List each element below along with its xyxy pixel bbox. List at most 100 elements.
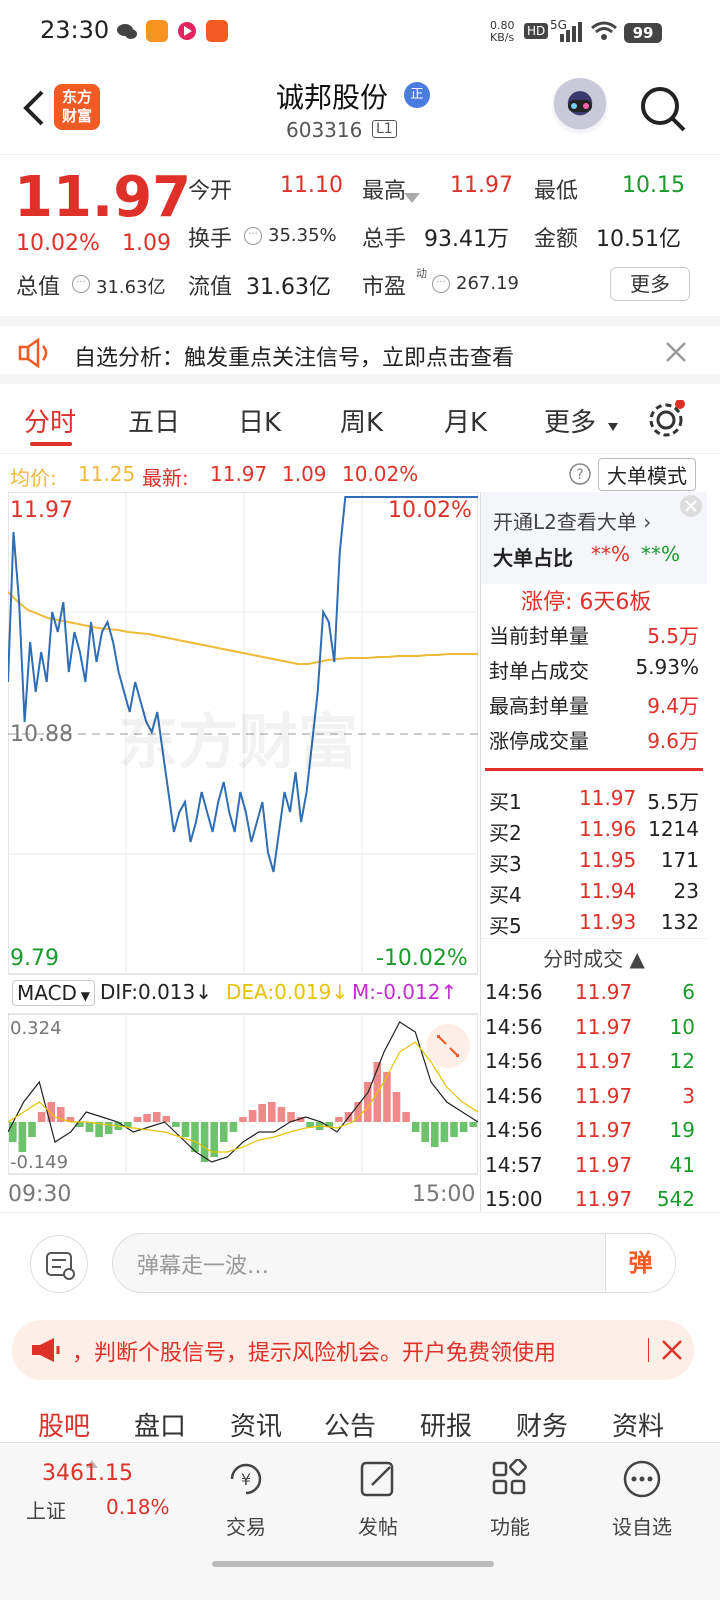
tick-price: 11.97 bbox=[575, 1187, 633, 1211]
macd-bar bbox=[421, 1122, 429, 1142]
danmu-input[interactable]: 弹幕走一波… 弹 bbox=[112, 1233, 676, 1293]
tab-intraday[interactable]: 分时 bbox=[24, 402, 76, 439]
tab-weekly-k[interactable]: 周K bbox=[340, 402, 383, 439]
tick-row: 14:56 11.97 6 bbox=[485, 980, 699, 1004]
macd-bar bbox=[18, 1122, 27, 1152]
svg-text:¥: ¥ bbox=[241, 1470, 251, 1489]
tab-finance[interactable]: 财务 bbox=[516, 1406, 568, 1443]
add-watchlist-label: 设自选 bbox=[612, 1515, 672, 1539]
bid-row[interactable]: 买4 11.94 23 bbox=[489, 879, 703, 908]
post-button[interactable]: 发帖 bbox=[328, 1459, 428, 1540]
tick-row: 14:56 11.97 10 bbox=[485, 1015, 699, 1039]
bid-row[interactable]: 买3 11.95 171 bbox=[489, 848, 703, 877]
tab-daily-k[interactable]: 日K bbox=[238, 402, 281, 439]
grid-icon bbox=[492, 1458, 527, 1495]
index-percent: 0.18% bbox=[106, 1495, 170, 1519]
limit-stat-row: 最高封单量 9.4万 bbox=[489, 690, 703, 719]
avg-price-line bbox=[7, 591, 478, 665]
back-button[interactable] bbox=[14, 86, 54, 130]
tab-announcements[interactable]: 公告 bbox=[324, 1406, 376, 1443]
limit-stat-value: 5.5万 bbox=[647, 624, 699, 648]
caret-down-icon bbox=[608, 416, 618, 435]
watchlist-alert[interactable]: 自选分析：触发重点关注信号，立即点击查看 bbox=[0, 316, 720, 384]
l2-link[interactable]: 开通L2查看大单 › bbox=[493, 506, 651, 535]
macd-bar bbox=[229, 1122, 238, 1132]
bid-row[interactable]: 买5 11.93 132 bbox=[489, 910, 703, 939]
yuan-cycle-icon: ¥ bbox=[230, 1463, 262, 1495]
change-percent: 10.02% bbox=[16, 231, 100, 256]
danmu-settings-button[interactable] bbox=[30, 1235, 88, 1293]
high-value: 11.97 bbox=[450, 173, 513, 198]
tick-price: 11.97 bbox=[575, 1152, 633, 1177]
alert-text: 自选分析：触发重点关注信号，立即点击查看 bbox=[74, 346, 515, 371]
latest-value: 11.97 bbox=[210, 462, 268, 486]
functions-button[interactable]: 功能 bbox=[460, 1458, 560, 1540]
tab-five-day[interactable]: 五日 bbox=[128, 402, 180, 439]
tab-monthly-k[interactable]: 月K bbox=[444, 402, 487, 439]
order-book-panel: 开通L2查看大单 › 大单占比 **% **% 涨停: 6天6板 当前封单量 5… bbox=[480, 492, 707, 1212]
dif-line bbox=[7, 1021, 479, 1163]
bid-volume: 171 bbox=[660, 848, 699, 872]
axis-bottom-price: 9.79 bbox=[10, 946, 59, 971]
time-start: 09:30 bbox=[8, 1182, 72, 1207]
macd-bar bbox=[459, 1122, 468, 1132]
promo-banner[interactable]: ，判断个股信号，提示风险机会。开户免费领使用 bbox=[12, 1320, 694, 1380]
avg-value: 11.25 bbox=[78, 462, 136, 486]
wifi-icon bbox=[590, 20, 618, 44]
macd-bar bbox=[440, 1122, 449, 1142]
svg-text:?: ? bbox=[576, 467, 583, 483]
help-icon[interactable]: ? bbox=[568, 462, 592, 491]
net-speed: 0.80 KB/s bbox=[490, 19, 515, 44]
pe-value: 267.19 bbox=[456, 273, 519, 294]
close-icon[interactable] bbox=[679, 494, 703, 522]
macd-bar bbox=[383, 1072, 391, 1122]
current-price: 11.97 bbox=[14, 165, 192, 230]
limit-stat-value: 5.93% bbox=[635, 655, 699, 679]
tab-news[interactable]: 资讯 bbox=[230, 1406, 282, 1443]
gear-icon[interactable] bbox=[646, 399, 686, 444]
functions-label: 功能 bbox=[490, 1515, 530, 1539]
expand-icon[interactable] bbox=[426, 1024, 470, 1068]
limit-stat-label: 封单占成交 bbox=[489, 659, 589, 683]
level-selector[interactable]: L1 bbox=[372, 120, 397, 138]
home-indicator[interactable] bbox=[212, 1561, 494, 1567]
ai-assistant-avatar[interactable] bbox=[552, 78, 608, 134]
tick-row: 14:56 11.97 12 bbox=[485, 1049, 699, 1073]
close-icon[interactable] bbox=[660, 1338, 684, 1366]
ticks-header[interactable]: 分时成交 ▲ bbox=[481, 938, 707, 972]
status-time: 23:30 bbox=[40, 16, 110, 44]
limit-up-streak: 涨停: 6天6板 bbox=[521, 590, 652, 615]
tick-price: 11.97 bbox=[575, 1083, 633, 1108]
bid-row[interactable]: 买1 11.97 5.5万 bbox=[489, 786, 703, 815]
macd-bar bbox=[248, 1110, 257, 1122]
shopping-app-icon bbox=[206, 20, 228, 42]
bid-row[interactable]: 买2 11.96 1214 bbox=[489, 817, 703, 846]
change-amount: 1.09 bbox=[122, 231, 171, 256]
tick-row: 14:56 11.97 19 bbox=[485, 1118, 699, 1142]
tab-forum[interactable]: 股吧 bbox=[38, 1406, 90, 1443]
big-order-mode-button[interactable]: 大单模式 bbox=[598, 458, 696, 491]
volume-value: 93.41万 bbox=[424, 227, 509, 252]
float-label: 流值 bbox=[188, 275, 233, 300]
more-button[interactable]: 更多 bbox=[610, 267, 690, 301]
tab-profile[interactable]: 资料 bbox=[612, 1406, 664, 1443]
index-ticker[interactable]: 3461.15 上证 0.18% bbox=[24, 1459, 184, 1529]
tab-research[interactable]: 研报 bbox=[420, 1406, 472, 1443]
close-icon[interactable] bbox=[664, 340, 688, 368]
tab-more[interactable]: 更多 bbox=[544, 402, 596, 439]
bid-volume: 1214 bbox=[648, 817, 699, 841]
add-watchlist-button[interactable]: 设自选 bbox=[592, 1459, 692, 1540]
tab-order-book[interactable]: 盘口 bbox=[134, 1406, 186, 1443]
tick-volume: 12 bbox=[669, 1049, 695, 1073]
search-icon[interactable] bbox=[638, 84, 688, 134]
tick-time: 14:56 bbox=[485, 1118, 543, 1142]
bottom-bar: 3461.15 上证 0.18% ¥ 交易 发帖 功能 设自选 bbox=[0, 1442, 720, 1600]
bid-price: 11.93 bbox=[579, 910, 637, 934]
macd-bar bbox=[402, 1112, 410, 1122]
macd-top: 0.324 bbox=[10, 1018, 62, 1039]
danmu-send-button[interactable]: 弹 bbox=[605, 1234, 675, 1292]
m-value: M:-0.012↑ bbox=[352, 980, 458, 1004]
trade-button[interactable]: ¥ 交易 bbox=[196, 1459, 296, 1540]
macd-selector[interactable]: MACD ▼ bbox=[12, 980, 95, 1006]
intraday-chart[interactable]: 东方财富 11.97 10.02% 10.88 9.79 -10.02% MAC… bbox=[7, 491, 479, 1212]
